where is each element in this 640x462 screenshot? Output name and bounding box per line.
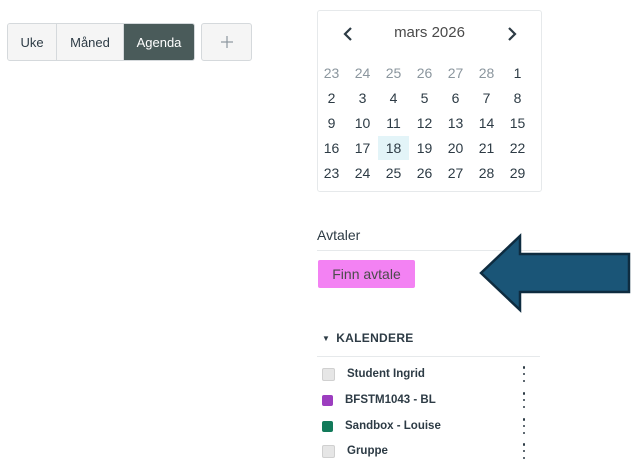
calendar-day[interactable]: 25 xyxy=(378,161,409,185)
calendar-day[interactable]: 23 xyxy=(316,161,347,185)
calendar-item: BFSTM1043 - BL xyxy=(322,389,540,411)
calendar-day[interactable]: 27 xyxy=(440,61,471,85)
calendar-day[interactable]: 16 xyxy=(316,136,347,160)
calendars-divider xyxy=(317,356,540,357)
calendar-name: Student Ingrid xyxy=(347,368,425,380)
calendar-day[interactable]: 15 xyxy=(502,111,533,135)
view-button-agenda[interactable]: Agenda xyxy=(124,24,194,60)
add-event-button[interactable] xyxy=(201,23,252,61)
calendar-day[interactable]: 29 xyxy=(502,161,533,185)
calendar-day[interactable]: 14 xyxy=(471,111,502,135)
mini-calendar-grid: 23 24 25 26 27 28 1 2 3 4 5 6 7 8 9 10 11 12 13 14 15 16 17 18 1… xyxy=(318,61,533,186)
appointments-heading: Avtaler xyxy=(317,227,361,243)
calendar-color-swatch[interactable] xyxy=(322,420,333,432)
calendar-day[interactable]: 6 xyxy=(440,86,471,110)
calendar-week-row: 16 17 18 19 20 21 22 xyxy=(318,136,533,161)
calendar-day[interactable]: 17 xyxy=(347,136,378,160)
next-month-button[interactable] xyxy=(501,23,523,45)
caret-down-icon: ▼ xyxy=(322,333,331,343)
calendar-day[interactable]: 25 xyxy=(378,61,409,85)
view-button-month[interactable]: Måned xyxy=(57,24,124,60)
calendar-color-swatch[interactable] xyxy=(322,394,333,406)
calendar-item: Gruppe xyxy=(322,440,540,462)
plus-icon xyxy=(220,36,233,48)
calendar-day[interactable]: 18 xyxy=(378,136,409,160)
calendar-day[interactable]: 27 xyxy=(440,161,471,185)
calendar-day[interactable]: 5 xyxy=(409,86,440,110)
calendar-day[interactable]: 9 xyxy=(316,111,347,135)
kebab-menu-icon[interactable] xyxy=(522,443,526,459)
calendar-day[interactable]: 8 xyxy=(502,86,533,110)
calendar-day[interactable]: 12 xyxy=(409,111,440,135)
calendar-day[interactable]: 13 xyxy=(440,111,471,135)
calendar-day[interactable]: 1 xyxy=(502,61,533,85)
view-switcher: Uke Måned Agenda xyxy=(7,23,195,61)
calendar-color-swatch[interactable] xyxy=(322,444,335,458)
calendar-day[interactable]: 10 xyxy=(347,111,378,135)
pointer-arrow xyxy=(478,233,632,313)
calendar-item: Student Ingrid xyxy=(322,363,540,385)
calendar-name: BFSTM1043 - BL xyxy=(345,394,436,406)
kebab-menu-icon[interactable] xyxy=(522,392,526,408)
arrow-left-icon xyxy=(479,233,631,313)
calendar-day[interactable]: 23 xyxy=(316,61,347,85)
calendar-day[interactable]: 21 xyxy=(471,136,502,160)
calendar-day[interactable]: 28 xyxy=(471,61,502,85)
calendar-week-row: 9 10 11 12 13 14 15 xyxy=(318,111,533,136)
calendar-day[interactable]: 19 xyxy=(409,136,440,160)
view-button-week[interactable]: Uke xyxy=(8,24,57,60)
kebab-menu-icon[interactable] xyxy=(522,366,526,382)
calendar-day[interactable]: 28 xyxy=(471,161,502,185)
calendar-color-swatch[interactable] xyxy=(322,367,335,381)
calendar-day[interactable]: 24 xyxy=(347,161,378,185)
calendars-toggle[interactable]: ▼ KALENDERE xyxy=(322,331,414,345)
calendar-name: Gruppe xyxy=(347,445,388,457)
calendar-day[interactable]: 26 xyxy=(409,61,440,85)
calendar-day[interactable]: 20 xyxy=(440,136,471,160)
find-appointment-button[interactable]: Finn avtale xyxy=(318,260,415,288)
calendar-day[interactable]: 11 xyxy=(378,111,409,135)
calendars-heading: KALENDERE xyxy=(336,331,414,345)
calendar-day[interactable]: 24 xyxy=(347,61,378,85)
calendar-day[interactable]: 22 xyxy=(502,136,533,160)
calendar-week-row: 23 24 25 26 27 28 29 xyxy=(318,161,533,186)
calendar-day[interactable]: 3 xyxy=(347,86,378,110)
calendar-day[interactable]: 2 xyxy=(316,86,347,110)
calendar-day[interactable]: 26 xyxy=(409,161,440,185)
mini-calendar-header: mars 2026 xyxy=(318,11,541,57)
calendar-day[interactable]: 7 xyxy=(471,86,502,110)
mini-calendar: mars 2026 23 24 25 26 27 28 1 2 3 4 5 6 7 8 9 10 11 12 13 1… xyxy=(317,10,542,192)
calendar-day[interactable]: 4 xyxy=(378,86,409,110)
kebab-menu-icon[interactable] xyxy=(522,418,526,434)
calendar-name: Sandbox - Louise xyxy=(345,420,441,432)
chevron-right-icon xyxy=(508,27,517,41)
calendar-week-row: 2345678 xyxy=(318,86,533,111)
calendar-week-row: 23 24 25 26 27 28 1 xyxy=(318,61,533,86)
calendar-item: Sandbox - Louise xyxy=(322,415,540,437)
